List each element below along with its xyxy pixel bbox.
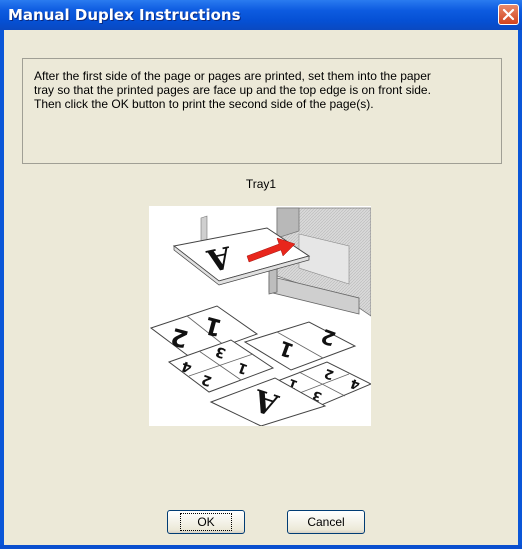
cancel-button[interactable]: Cancel xyxy=(287,510,365,534)
instructions-line-1: After the first side of the page or page… xyxy=(34,69,431,83)
tray-label: Tray1 xyxy=(245,177,277,191)
dialog-client-area: After the first side of the page or page… xyxy=(4,30,518,545)
instructions-text: After the first side of the page or page… xyxy=(34,69,494,111)
ok-button-label: OK xyxy=(180,513,232,531)
ok-button[interactable]: OK xyxy=(167,510,245,534)
close-button[interactable] xyxy=(498,4,519,25)
instructions-line-2: tray so that the printed pages are face … xyxy=(34,83,431,97)
window-frame-bottom xyxy=(0,545,522,549)
title-bar[interactable]: Manual Duplex Instructions xyxy=(0,0,522,30)
dialog-window: Manual Duplex Instructions After the fir… xyxy=(0,0,522,549)
instructions-line-3: Then click the OK button to print the se… xyxy=(34,97,374,111)
window-title: Manual Duplex Instructions xyxy=(8,6,241,24)
paper-tray-illustration: A 2 1 4 3 2 1 1 2 1 2 3 4 A xyxy=(149,206,373,427)
instructions-box: After the first side of the page or page… xyxy=(22,58,502,164)
cancel-button-label: Cancel xyxy=(307,515,345,529)
